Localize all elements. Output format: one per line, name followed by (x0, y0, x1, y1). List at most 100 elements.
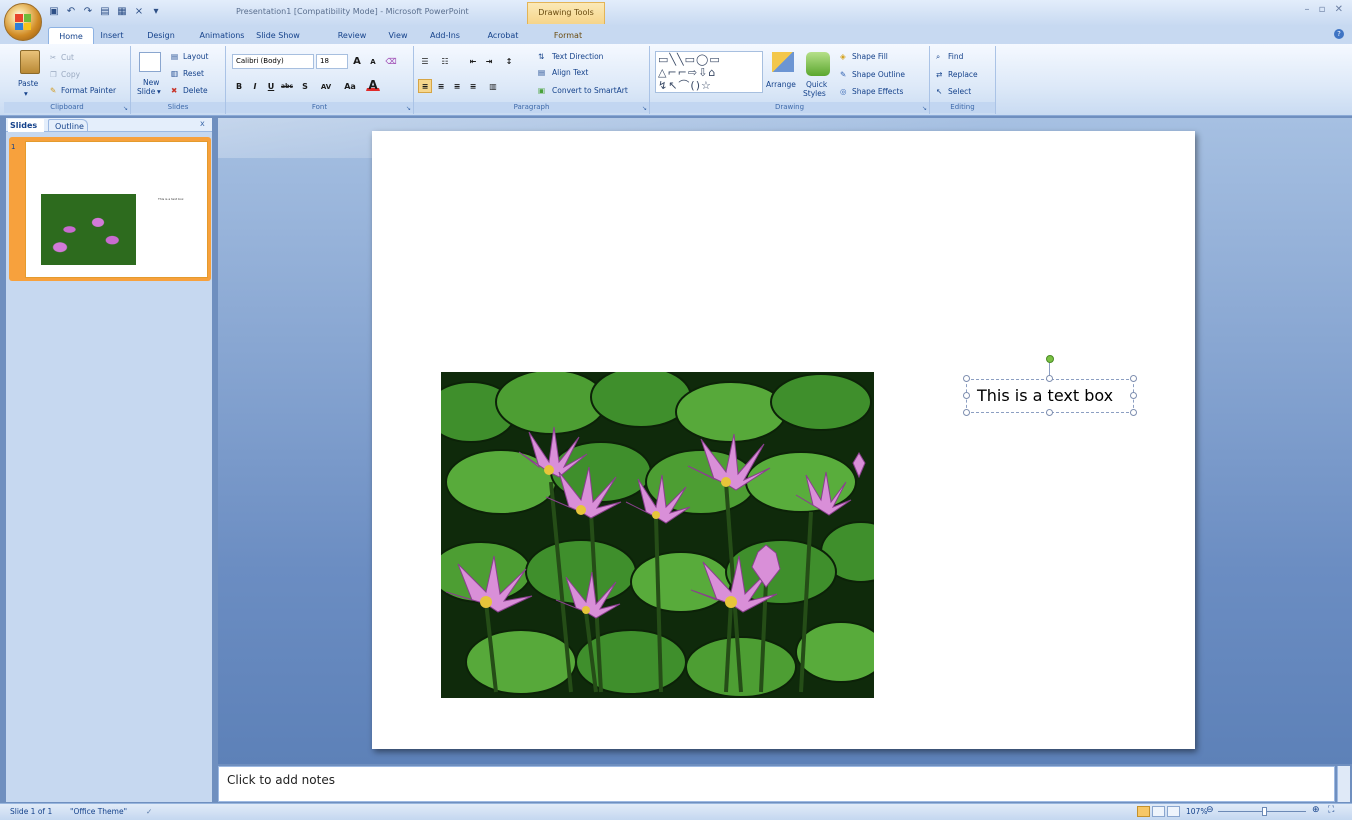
tab-slide-show[interactable]: Slide Show (253, 27, 303, 44)
normal-view-icon[interactable] (1137, 806, 1150, 817)
shapes-gallery[interactable]: ▭╲╲▭◯▭ △⌐⌐⇨⇩⌂ ↯↖⌒()☆ (655, 51, 763, 93)
align-text-button[interactable]: Align Text (552, 68, 588, 77)
align-center-icon[interactable]: ≡ (434, 79, 448, 93)
font-color-button[interactable]: A (366, 77, 380, 92)
increase-indent-icon[interactable]: ⇥ (482, 54, 496, 68)
shape-outline-button[interactable]: Shape Outline (852, 70, 905, 79)
tab-slides[interactable]: Slides (8, 119, 44, 132)
layout-button[interactable]: Layout (183, 52, 209, 61)
tab-format[interactable]: Format (546, 27, 590, 44)
zoom-slider-thumb[interactable] (1262, 807, 1268, 816)
rotation-handle[interactable] (1046, 355, 1054, 363)
clear-formatting-icon[interactable]: ⌫ (384, 54, 398, 68)
zoom-in-icon[interactable]: ⊕ (1312, 805, 1320, 815)
slide-sorter-view-icon[interactable] (1152, 806, 1165, 817)
new-slide-icon[interactable] (139, 52, 161, 72)
drawing-launcher-icon[interactable]: ↘ (922, 105, 927, 112)
select-button[interactable]: Select (948, 87, 971, 96)
cut-button[interactable]: Cut (61, 53, 74, 62)
tab-review[interactable]: Review (333, 27, 371, 44)
spelling-check-icon[interactable]: ✓ (146, 807, 152, 816)
align-left-icon[interactable]: ≡ (418, 79, 432, 93)
convert-smartart-button[interactable]: Convert to SmartArt (552, 86, 628, 95)
strikethrough-button[interactable]: abc (280, 79, 294, 93)
find-button[interactable]: Find (948, 52, 963, 61)
zoom-level[interactable]: 107% (1186, 807, 1207, 816)
shape-fill-button[interactable]: Shape Fill (852, 52, 888, 61)
arrange-icon[interactable] (772, 52, 794, 72)
justify-icon[interactable]: ≡ (466, 79, 480, 93)
zoom-out-icon[interactable]: ⊖ (1206, 805, 1214, 815)
undo-icon[interactable]: ↶ (65, 6, 77, 18)
line-spacing-icon[interactable]: ↕ (502, 54, 516, 68)
notes-placeholder[interactable]: Click to add notes (227, 773, 335, 787)
align-right-icon[interactable]: ≡ (450, 79, 464, 93)
close-doc-icon[interactable]: × (133, 6, 145, 18)
resize-handle-bottom-left[interactable] (963, 409, 970, 416)
tab-add-ins[interactable]: Add-Ins (425, 27, 465, 44)
help-icon[interactable]: ? (1334, 29, 1344, 39)
grow-font-button[interactable]: A (350, 54, 364, 68)
open-icon[interactable]: ▤ (99, 6, 111, 18)
customize-qat-icon[interactable]: ▾ (150, 6, 162, 18)
font-launcher-icon[interactable]: ↘ (406, 105, 411, 112)
tab-animations[interactable]: Animations (196, 27, 248, 44)
shrink-font-button[interactable]: A (366, 54, 380, 68)
slide-show-view-icon[interactable] (1167, 806, 1180, 817)
quick-styles-button[interactable]: Quick (806, 80, 827, 89)
new-slide-dropdown-icon[interactable]: ▾ (157, 87, 161, 96)
redo-icon[interactable]: ↷ (82, 6, 94, 18)
format-painter-button[interactable]: Format Painter (61, 86, 116, 95)
tab-insert[interactable]: Insert (96, 27, 128, 44)
text-shadow-button[interactable]: S (298, 79, 312, 93)
quick-styles-button-line2[interactable]: Styles (803, 89, 826, 98)
print-icon[interactable]: ▦ (116, 6, 128, 18)
decrease-indent-icon[interactable]: ⇤ (466, 54, 480, 68)
copy-button[interactable]: Copy (61, 70, 80, 79)
paste-dropdown-icon[interactable]: ▾ (24, 89, 28, 98)
font-size-box[interactable]: 18 (316, 54, 348, 69)
arrange-button[interactable]: Arrange (766, 80, 796, 89)
paragraph-launcher-icon[interactable]: ↘ (642, 105, 647, 112)
paste-icon[interactable] (20, 50, 40, 74)
tab-view[interactable]: View (383, 27, 413, 44)
lotus-photo[interactable] (441, 372, 874, 698)
font-name-box[interactable]: Calibri (Body) (232, 54, 314, 69)
bold-button[interactable]: B (232, 79, 246, 93)
resize-handle-left[interactable] (963, 392, 970, 399)
new-slide-button-line2[interactable]: Slide (137, 87, 155, 96)
tab-home[interactable]: Home (48, 27, 94, 44)
resize-handle-bottom[interactable] (1046, 409, 1053, 416)
resize-handle-top-right[interactable] (1130, 375, 1137, 382)
change-case-button[interactable]: Aa (340, 79, 360, 93)
tab-design[interactable]: Design (141, 27, 181, 44)
resize-handle-bottom-right[interactable] (1130, 409, 1137, 416)
numbering-icon[interactable]: ☷ (438, 54, 452, 68)
resize-handle-right[interactable] (1130, 392, 1137, 399)
fit-to-window-icon[interactable]: ⛶ (1328, 805, 1334, 815)
save-icon[interactable]: ▣ (48, 6, 60, 18)
paste-button[interactable]: Paste (18, 79, 38, 88)
resize-handle-top-left[interactable] (963, 375, 970, 382)
columns-icon[interactable]: ▥ (486, 79, 500, 93)
delete-button[interactable]: Delete (183, 86, 208, 95)
italic-button[interactable]: I (248, 79, 262, 93)
text-box-content[interactable]: This is a text box (977, 386, 1113, 405)
tab-outline[interactable]: Outline (48, 119, 88, 132)
window-controls[interactable]: – ▫ ✕ (1304, 4, 1346, 15)
clipboard-launcher-icon[interactable]: ↘ (123, 105, 128, 112)
underline-button[interactable]: U (264, 79, 278, 93)
tab-acrobat[interactable]: Acrobat (483, 27, 523, 44)
office-button[interactable] (4, 3, 42, 41)
bullets-icon[interactable]: ☰ (418, 54, 432, 68)
notes-pane[interactable] (218, 766, 1335, 802)
replace-button[interactable]: Replace (948, 70, 978, 79)
notes-scrollbar[interactable] (1337, 766, 1350, 802)
character-spacing-button[interactable]: AV (316, 79, 336, 93)
text-direction-button[interactable]: Text Direction (552, 52, 603, 61)
pane-close-icon[interactable]: x (200, 119, 205, 128)
quick-styles-icon[interactable] (806, 52, 830, 76)
shape-effects-button[interactable]: Shape Effects (852, 87, 903, 96)
resize-handle-top[interactable] (1046, 375, 1053, 382)
new-slide-button[interactable]: New (143, 78, 159, 87)
